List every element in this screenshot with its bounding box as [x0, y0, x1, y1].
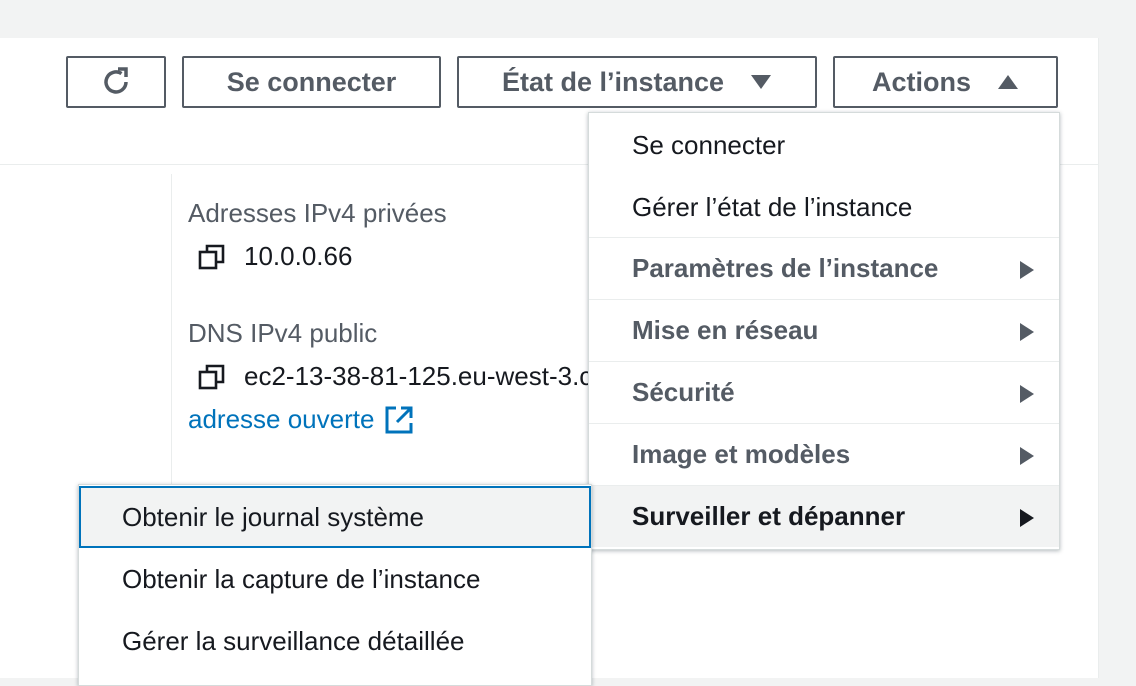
refresh-button[interactable]: [66, 56, 166, 108]
actions-button[interactable]: Actions: [833, 56, 1058, 108]
external-link-icon: [385, 406, 413, 433]
caret-right-icon: [1020, 385, 1034, 403]
open-address-link-label: adresse ouverte: [188, 404, 375, 434]
instance-state-button-label: État de l’instance: [501, 66, 725, 97]
public-dns-label: DNS IPv4 public: [188, 318, 378, 348]
menu-item-connect[interactable]: Se connecter: [589, 114, 1059, 176]
private-ipv4-label: Adresses IPv4 privées: [188, 198, 447, 228]
menu-item-security[interactable]: Sécurité: [589, 361, 1059, 423]
menu-item-instance-settings[interactable]: Paramètres de l’instance: [589, 237, 1059, 299]
menu-item-manage-state[interactable]: Gérer l’état de l’instance: [589, 176, 1059, 238]
menu-item-label: Gérer l’état de l’instance: [632, 191, 913, 222]
open-address-link[interactable]: adresse ouverte: [188, 404, 414, 435]
monitor-submenu: Obtenir le journal système Obtenir la ca…: [78, 484, 592, 686]
menu-item-networking[interactable]: Mise en réseau: [589, 299, 1059, 361]
refresh-icon: [104, 67, 128, 94]
private-ipv4-text: 10.0.0.66: [244, 241, 353, 271]
caret-right-icon: [1020, 261, 1034, 279]
menu-item-label: Mise en réseau: [632, 315, 819, 345]
menu-item-image-templates[interactable]: Image et modèles: [589, 423, 1059, 485]
submenu-item-get-system-log[interactable]: Obtenir le journal système: [79, 486, 591, 548]
submenu-item-label: Obtenir la capture de l’instance: [122, 563, 481, 594]
menu-item-label: Paramètres de l’instance: [632, 253, 939, 283]
caret-down-icon: [751, 75, 772, 89]
actions-menu: Se connecter Gérer l’état de l’instance …: [588, 112, 1060, 550]
copy-icon[interactable]: [198, 243, 226, 271]
caret-right-icon: [1020, 447, 1034, 465]
private-ipv4-value: 10.0.0.66: [198, 241, 352, 272]
menu-item-label: Image et modèles: [632, 439, 851, 469]
connect-button[interactable]: Se connecter: [182, 56, 441, 108]
submenu-item-get-screenshot[interactable]: Obtenir la capture de l’instance: [79, 548, 591, 610]
submenu-item-label: Obtenir le journal système: [122, 501, 425, 532]
menu-item-label: Se connecter: [632, 129, 786, 160]
menu-item-label: Surveiller et dépanner: [632, 501, 906, 531]
menu-item-monitor-troubleshoot[interactable]: Surveiller et dépanner: [589, 485, 1059, 547]
submenu-item-label: Gérer la surveillance détaillée: [122, 625, 465, 656]
submenu-item-detailed-monitoring[interactable]: Gérer la surveillance détaillée: [79, 610, 591, 672]
connect-button-label: Se connecter: [226, 66, 397, 97]
menu-item-label: Sécurité: [632, 377, 735, 407]
actions-button-label: Actions: [871, 66, 971, 97]
copy-icon[interactable]: [198, 363, 226, 391]
caret-right-icon: [1020, 509, 1034, 527]
instance-state-button[interactable]: État de l’instance: [457, 56, 817, 108]
caret-up-icon: [998, 75, 1018, 89]
caret-right-icon: [1020, 323, 1034, 341]
